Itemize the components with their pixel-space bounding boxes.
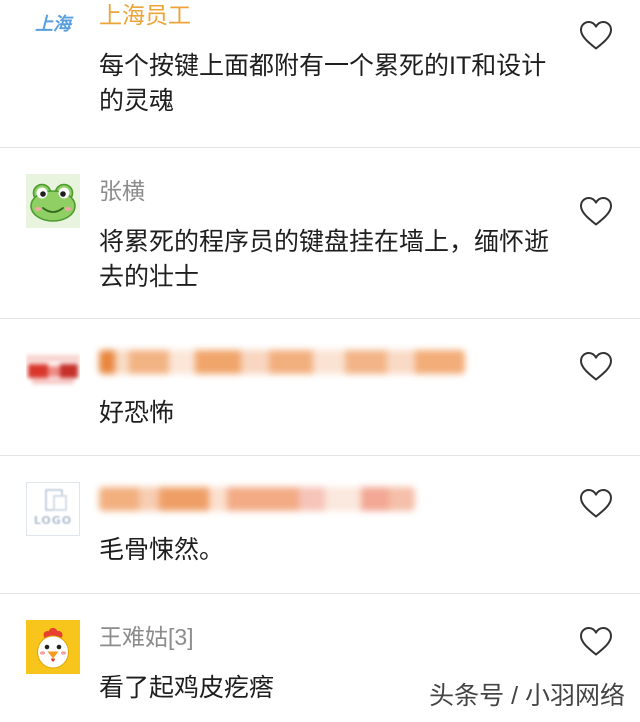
like-button[interactable] (579, 351, 613, 382)
like-button[interactable] (579, 196, 613, 227)
logo-shape (53, 495, 67, 511)
like-button[interactable] (579, 20, 613, 51)
user-avatar[interactable]: 上海 (26, 0, 80, 52)
comment-text-line: 将累死的程序员的键盘挂在墙上，缅怀逝 (99, 228, 550, 256)
comment-item: 张横 将累死的程序员的键盘挂在墙上，缅怀逝 去的壮士 (0, 148, 640, 319)
comment-text-line: 每个按键上面都附有一个累死的IT和设计 (99, 52, 547, 80)
username-blurred[interactable] (99, 487, 415, 511)
heart-outline-icon (580, 21, 612, 50)
comment-item: 上海 上海员工 每个按键上面都附有一个累死的IT和设计 的灵魂 (0, 0, 640, 148)
watermark: 头条号 / 小羽网络 (429, 682, 625, 710)
comment-text-line: 的灵魂 (99, 87, 175, 115)
comment-text: 好恐怖 (99, 396, 174, 431)
username-blurred[interactable] (99, 350, 465, 374)
avatar-image: LOGO (27, 483, 79, 535)
logo-avatar-icon[interactable]: LOGO (26, 482, 80, 536)
avatar-label: 上海 (35, 14, 71, 35)
blurred-avatar-icon[interactable] (26, 345, 80, 399)
heart-outline-icon (580, 627, 612, 656)
heart-outline-icon (580, 489, 612, 518)
like-button[interactable] (579, 488, 613, 519)
comment-text: 将累死的程序员的键盘挂在墙上，缅怀逝 去的壮士 (99, 225, 549, 295)
like-button[interactable] (579, 626, 613, 657)
frog-avatar-icon (26, 174, 80, 228)
avatar-image (26, 345, 80, 399)
avatar-blur-patch (28, 364, 48, 378)
user-avatar[interactable] (26, 620, 80, 674)
user-avatar[interactable] (26, 174, 80, 228)
username[interactable]: 上海员工 (99, 1, 191, 29)
comment-item: 好恐怖 (0, 319, 640, 456)
avatar-blur-patch (32, 379, 74, 384)
avatar-label: LOGO (33, 514, 73, 527)
comment-list: 上海 上海员工 每个按键上面都附有一个累死的IT和设计 的灵魂 张横 将累死的程… (0, 0, 640, 722)
username[interactable]: 张横 (99, 177, 145, 205)
heart-outline-icon (580, 197, 612, 226)
avatar-blur-patch (48, 366, 60, 377)
comment-text-line: 看了起鸡皮疙瘩 (99, 674, 275, 702)
username[interactable]: 王难姑[3] (99, 623, 194, 651)
comment-text: 每个按键上面都附有一个累死的IT和设计 的灵魂 (99, 49, 546, 119)
avatar-blur-patch (26, 355, 80, 362)
comment-text: 毛骨悚然。 (99, 533, 224, 568)
comment-text-line: 好恐怖 (99, 399, 175, 427)
comment-text: 看了起鸡皮疙瘩 (99, 671, 274, 706)
comment-text-line: 去的壮士 (99, 263, 200, 291)
avatar-blur-patch (60, 364, 78, 378)
heart-outline-icon (580, 352, 612, 381)
comment-item: LOGO 毛骨悚然。 (0, 456, 640, 594)
chicken-avatar-icon (26, 620, 80, 674)
comment-text-line: 毛骨悚然。 (99, 536, 225, 564)
